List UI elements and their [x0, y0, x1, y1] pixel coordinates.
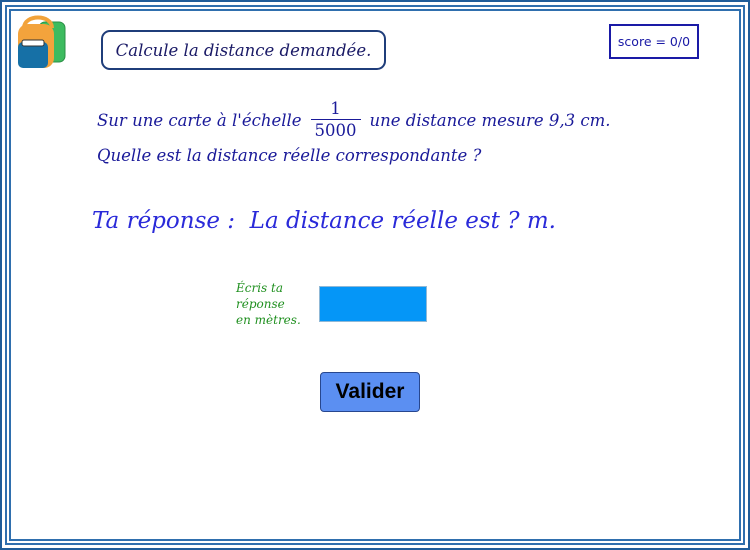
score-label: score = 0/0 — [617, 34, 691, 49]
problem-line-1: Sur une carte à l'échelle 1 5000 une dis… — [97, 96, 697, 144]
instruction-text: Calcule la distance demandée. — [115, 40, 372, 60]
scale-fraction: 1 5000 — [310, 98, 361, 142]
hint-line-2: réponse — [236, 297, 285, 311]
problem-statement: Sur une carte à l'échelle 1 5000 une dis… — [97, 96, 697, 166]
problem-line-2: Quelle est la distance réelle correspond… — [97, 146, 482, 165]
validate-button[interactable]: Valider — [320, 372, 420, 412]
hint-line-1: Écris ta — [236, 281, 284, 295]
answer-input[interactable] — [319, 286, 427, 322]
input-hint: Écris ta réponse en mètres. — [236, 280, 311, 328]
page-frame — [0, 0, 750, 550]
problem-text-before: Sur une carte à l'échelle — [97, 110, 302, 130]
hint-line-3: en mètres. — [236, 313, 301, 327]
score-box: score = 0/0 — [609, 24, 699, 59]
answer-sentence: Ta réponse : La distance réelle est ? m. — [92, 208, 556, 234]
fraction-numerator: 1 — [330, 98, 341, 118]
fraction-denominator: 5000 — [314, 120, 357, 140]
instruction-box: Calcule la distance demandée. — [101, 30, 386, 70]
backpack-icon — [18, 15, 66, 68]
problem-text-after: une distance mesure 9,3 cm. — [369, 110, 611, 130]
